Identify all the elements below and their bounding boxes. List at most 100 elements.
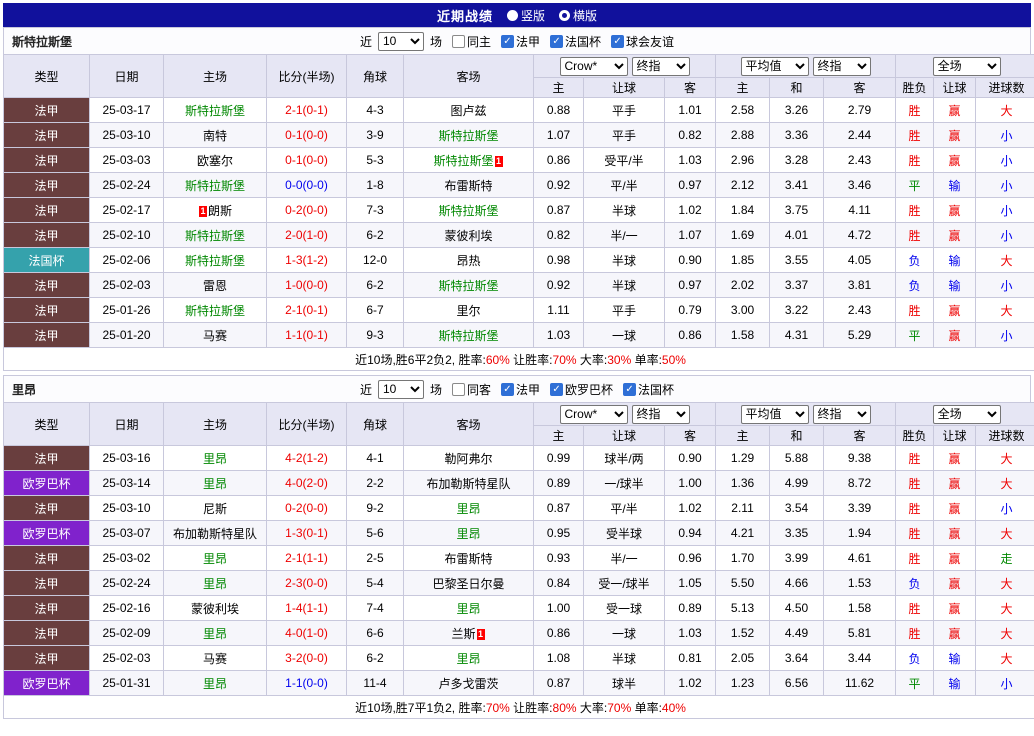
same-venue-checkbox[interactable] [451, 382, 465, 396]
scope-select[interactable]: 全场 [932, 56, 1001, 76]
league-filter[interactable]: ✓ 法甲 [501, 33, 540, 50]
home-team[interactable]: 南特 [203, 129, 227, 143]
avg-home: 2.58 [715, 97, 771, 123]
away-team[interactable]: 兰斯 [451, 627, 475, 641]
avg-home: 4.21 [715, 520, 771, 546]
sub-col-header: 进球数 [975, 425, 1034, 446]
away-team[interactable]: 斯特拉斯堡 [438, 329, 498, 343]
result-goals: 小 [975, 197, 1034, 223]
same-venue-checkbox[interactable] [451, 34, 465, 48]
home-team[interactable]: 斯特拉斯堡 [185, 254, 245, 268]
home-team[interactable]: 里昂 [203, 677, 227, 691]
odds-time-select[interactable]: 终指 [631, 56, 690, 76]
away-team[interactable]: 巴黎圣日尔曼 [432, 577, 504, 591]
away-team[interactable]: 卢多戈雷茨 [438, 677, 498, 691]
home-team[interactable]: 马赛 [203, 329, 227, 343]
league-filter[interactable]: ✓ 球会友谊 [611, 33, 674, 50]
scope-header: 全场 [895, 54, 1034, 78]
same-venue-filter[interactable]: 同客 [451, 381, 491, 398]
away-team[interactable]: 斯特拉斯堡 [433, 154, 493, 168]
result-goals: 大 [975, 445, 1034, 471]
away-team[interactable]: 里尔 [456, 304, 480, 318]
matches-label: 场 [429, 382, 442, 397]
date-cell: 25-03-03 [89, 147, 164, 173]
avg-type-select[interactable]: 平均值 [740, 56, 809, 76]
away-team[interactable]: 布雷斯特 [444, 179, 492, 193]
avg-type-select[interactable]: 平均值 [740, 404, 809, 424]
home-team[interactable]: 里昂 [203, 552, 227, 566]
view-mode-option-0[interactable]: 竖版 [506, 7, 545, 24]
away-team-cell: 图卢兹 [403, 97, 534, 123]
home-team[interactable]: 里昂 [203, 477, 227, 491]
league-filter[interactable]: ✓ 法国杯 [623, 381, 674, 398]
home-team[interactable]: 朗斯 [208, 204, 232, 218]
home-team[interactable]: 斯特拉斯堡 [185, 304, 245, 318]
league-filter[interactable]: ✓ 法国杯 [550, 33, 601, 50]
away-team[interactable]: 蒙彼利埃 [444, 229, 492, 243]
home-team[interactable]: 尼斯 [203, 502, 227, 516]
league-checkbox[interactable]: ✓ [550, 34, 564, 48]
league-filter[interactable]: ✓ 法甲 [501, 381, 540, 398]
home-team[interactable]: 里昂 [203, 577, 227, 591]
home-team-cell: 马赛 [163, 645, 267, 671]
home-team[interactable]: 里昂 [203, 627, 227, 641]
league-filter[interactable]: ✓ 欧罗巴杯 [550, 381, 613, 398]
odds-company-select[interactable]: Crow* [559, 404, 628, 424]
result-outcome: 胜 [895, 147, 935, 173]
score-cell: 0-2(0-0) [266, 197, 347, 223]
odds-company-select[interactable]: Crow* [559, 56, 628, 76]
scope-select[interactable]: 全场 [932, 404, 1001, 424]
team-name[interactable]: 斯特拉斯堡 [12, 33, 72, 50]
result-outcome: 负 [895, 247, 935, 273]
home-team[interactable]: 雷恩 [203, 279, 227, 293]
away-team[interactable]: 斯特拉斯堡 [438, 204, 498, 218]
home-team[interactable]: 布加勒斯特星队 [173, 527, 257, 541]
avg-time-select[interactable]: 终指 [812, 404, 871, 424]
league-checkbox[interactable]: ✓ [550, 382, 564, 396]
home-team[interactable]: 里昂 [203, 452, 227, 466]
view-mode-option-1[interactable]: 横版 [559, 7, 597, 24]
summary-segment: 让胜率: [509, 352, 553, 367]
col-header: 主场 [163, 54, 267, 98]
away-team[interactable]: 里昂 [456, 652, 480, 666]
home-team[interactable]: 斯特拉斯堡 [185, 229, 245, 243]
summary-segment: 50% [661, 352, 686, 367]
team-section-0: 斯特拉斯堡近 10 场同主 ✓ 法甲 ✓ 法国杯 ✓ 球会友谊 类型 日期 主场 比分(半场) 角球 客场 C… [2, 27, 1034, 371]
col-header: 客场 [403, 54, 534, 98]
away-team[interactable]: 布雷斯特 [444, 552, 492, 566]
avg-home: 2.12 [715, 172, 771, 198]
league-checkbox[interactable]: ✓ [501, 382, 514, 396]
home-team[interactable]: 马赛 [203, 652, 227, 666]
league-checkbox[interactable]: ✓ [611, 34, 625, 48]
league-cell: 法甲 [3, 545, 90, 571]
away-team[interactable]: 里昂 [456, 502, 480, 516]
away-team[interactable]: 斯特拉斯堡 [438, 279, 498, 293]
team-name[interactable]: 里昂 [12, 381, 36, 398]
league-checkbox[interactable]: ✓ [501, 34, 514, 48]
result-goals: 走 [975, 545, 1034, 571]
match-count-select[interactable]: 10 [377, 31, 424, 51]
away-team[interactable]: 昂热 [456, 254, 480, 268]
odds-home: 0.93 [533, 545, 584, 571]
home-team[interactable]: 斯特拉斯堡 [185, 179, 245, 193]
away-team[interactable]: 勒阿弗尔 [444, 452, 492, 466]
filter-controls: 近 10 场同客 ✓ 法甲 ✓ 欧罗巴杯 ✓ 法国杯 [360, 379, 674, 399]
same-venue-filter[interactable]: 同主 [451, 33, 491, 50]
away-team[interactable]: 里昂 [456, 527, 480, 541]
sub-col-header: 让球 [933, 77, 977, 98]
home-team[interactable]: 蒙彼利埃 [191, 602, 239, 616]
avg-draw: 3.99 [769, 545, 825, 571]
avg-time-select[interactable]: 终指 [812, 56, 871, 76]
home-team[interactable]: 斯特拉斯堡 [185, 104, 245, 118]
away-team[interactable]: 图卢兹 [450, 104, 486, 118]
league-checkbox[interactable]: ✓ [623, 382, 637, 396]
away-team[interactable]: 布加勒斯特星队 [426, 477, 510, 491]
red-card-badge: 1 [494, 155, 503, 167]
avg-home: 1.29 [715, 445, 771, 471]
match-count-select[interactable]: 10 [377, 379, 424, 399]
corners-cell: 3-9 [346, 122, 404, 148]
away-team[interactable]: 斯特拉斯堡 [438, 129, 498, 143]
home-team[interactable]: 欧塞尔 [197, 154, 233, 168]
away-team[interactable]: 里昂 [456, 602, 480, 616]
odds-time-select[interactable]: 终指 [631, 404, 690, 424]
